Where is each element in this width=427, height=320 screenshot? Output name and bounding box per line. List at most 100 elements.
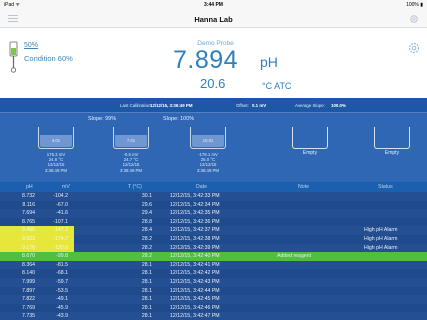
table-row[interactable]: 8.732 -104.2 30.1 12/12/15, 3:42:33 PM: [0, 192, 427, 201]
ph-unit: pH: [260, 54, 278, 70]
cell-date: 12/12/15, 3:42:40 PM: [170, 253, 220, 260]
cell-mv: -41.6: [56, 210, 68, 217]
cell-temperature: 30.1: [141, 193, 152, 199]
cell-note: [277, 304, 347, 313]
table-row[interactable]: 8.765 -107.1 28.8 12/12/15, 3:42:36 PM: [0, 217, 427, 227]
cell-mv: -147.3: [38, 226, 74, 235]
table-row[interactable]: 7.999 -59.7 28.1 12/12/15, 3:42:43 PM: [0, 278, 427, 287]
cell-note: [277, 312, 347, 320]
cell-status: [364, 252, 424, 261]
cell-status: [364, 295, 424, 304]
cell-status: [364, 287, 424, 296]
cell-mv: -99.8: [56, 253, 68, 260]
cell-temperature: 28.2: [141, 236, 152, 242]
cell-note: [277, 269, 347, 278]
cell-temperature: 28.1: [141, 296, 152, 303]
table-row[interactable]: 7.897 -53.5 28.1 12/12/15, 3:42:44 PM: [0, 286, 427, 296]
cell-ph: 9.170: [0, 243, 38, 253]
table-row[interactable]: 8.140 -68.1 28.1 12/12/15, 3:42:42 PM: [0, 269, 427, 278]
cell-temperature: 28.2: [141, 253, 152, 260]
cell-date: 12/12/15, 3:42:37 PM: [170, 227, 220, 234]
column-header-ph[interactable]: pH: [26, 184, 33, 190]
column-header-status[interactable]: Status: [378, 184, 393, 190]
cell-status: [364, 209, 424, 218]
cell-note: [277, 201, 347, 210]
empty-label-1: Empty: [302, 150, 318, 156]
table-row[interactable]: 9.170 -130.0 28.2 12/12/15, 3:42:39 PM High …: [0, 243, 427, 253]
cell-date: 12/12/15, 3:42:39 PM: [170, 244, 220, 251]
clock: 3:44 PM: [204, 2, 223, 8]
cell-mv: -43.9: [56, 313, 68, 320]
table-row[interactable]: 7.822 -49.1 28.1 12/12/15, 3:42:45 PM: [0, 295, 427, 304]
table-row[interactable]: 7.769 -45.9 28.1 12/12/15, 3:42:46 PM: [0, 303, 427, 313]
reading-panel: 50% Condition 60% Demo Probe 7.894 pH 20…: [0, 28, 427, 98]
buffer-beaker-3[interactable]: 10.01: [190, 127, 226, 149]
settings-icon[interactable]: [408, 42, 420, 54]
cell-ph: 8.765: [22, 218, 35, 225]
cell-date: 12/12/15, 3:42:45 PM: [170, 296, 220, 303]
cell-note: [277, 209, 347, 218]
buffer-beaker-2[interactable]: 7.01: [113, 127, 149, 149]
average-slope-label: Average Slope:: [295, 103, 325, 108]
buffer-beaker-1[interactable]: 4.01: [38, 127, 74, 149]
cell-temperature: 28.8: [141, 218, 152, 225]
cell-mv: -81.5: [56, 261, 68, 268]
cell-ph: 8.732: [22, 193, 35, 199]
column-header-mv[interactable]: mV: [62, 184, 70, 190]
cell-note: [277, 261, 347, 270]
table-row[interactable]: 7.694 -41.6 29.4 12/12/15, 3:42:35 PM: [0, 209, 427, 218]
table-row[interactable]: 7.735 -43.9 28.1 12/12/15, 3:42:47 PM: [0, 312, 427, 320]
cell-date: 12/12/15, 3:42:34 PM: [170, 201, 220, 208]
last-calibration-label: Last Calibration:: [120, 103, 152, 108]
cell-date: 12/12/15, 3:42:35 PM: [170, 210, 220, 217]
last-calibration-value: 12/12/15, 3:36:49 PM: [150, 103, 193, 108]
cell-status: [364, 312, 424, 320]
cell-status: [364, 261, 424, 270]
column-header-note[interactable]: Note: [298, 184, 309, 190]
cell-temperature: 28.2: [141, 244, 152, 251]
cell-ph: 9.923: [0, 235, 38, 244]
cell-status: [364, 201, 424, 210]
probe-condition: Condition 60%: [24, 54, 73, 63]
cell-mv: -130.0: [38, 243, 74, 253]
table-row[interactable]: 9.923 -174.7 28.2 12/12/15, 3:42:38 PM High …: [0, 235, 427, 244]
cell-mv: -68.1: [56, 270, 68, 277]
cell-note: [277, 226, 347, 235]
cell-temperature: 28.1: [141, 304, 152, 311]
log-table-header: pH mV T (°C) Date Note Status: [0, 182, 427, 192]
gear-icon[interactable]: [409, 14, 419, 24]
empty-label-2: Empty: [384, 150, 400, 156]
average-slope-value: 100.0%: [331, 103, 346, 108]
cell-ph: 8.364: [22, 261, 35, 268]
table-row[interactable]: 8.670 -99.8 28.2 12/12/15, 3:42:40 PM Added …: [0, 252, 427, 261]
column-header-temperature[interactable]: T (°C): [128, 184, 142, 190]
table-row[interactable]: 9.465 -147.3 28.4 12/12/15, 3:42:37 PM High …: [0, 226, 427, 235]
table-row[interactable]: 8.116 -67.0 29.6 12/12/15, 3:42:34 PM: [0, 200, 427, 210]
calibration-info-bar: Last Calibration: 12/12/15, 3:36:49 PM O…: [0, 98, 427, 112]
cell-mv: -49.1: [56, 296, 68, 303]
cell-ph: 7.694: [22, 210, 35, 217]
cell-date: 12/12/15, 3:42:36 PM: [170, 218, 220, 225]
cell-temperature: 28.1: [141, 261, 152, 268]
cell-temperature: 28.1: [141, 270, 152, 277]
cell-status: [364, 269, 424, 278]
empty-beaker-1[interactable]: [292, 127, 328, 149]
cell-date: 12/12/15, 3:42:33 PM: [170, 193, 220, 199]
buffer-info-1: 176.3 mV 24.6 °C 12/12/15 3:36:49 PM: [45, 152, 67, 173]
cell-ph: 8.116: [22, 201, 35, 208]
cell-mv: -67.0: [56, 201, 68, 208]
cell-ph: 7.769: [22, 304, 35, 311]
cell-ph: 9.465: [0, 226, 38, 235]
column-header-date[interactable]: Date: [196, 184, 207, 190]
cell-date: 12/12/15, 3:42:46 PM: [170, 304, 220, 311]
cell-ph: 7.897: [22, 287, 35, 294]
ph-reading: 7.894: [173, 46, 239, 74]
cell-ph: 7.735: [22, 313, 35, 320]
empty-beaker-2[interactable]: [374, 127, 410, 149]
cell-mv: -45.9: [56, 304, 68, 311]
table-row[interactable]: 8.364 -81.5 28.1 12/12/15, 3:42:41 PM: [0, 261, 427, 270]
buffer-info-3: -178.1 mV 25.0 °C 12/12/15 3:36:49 PM: [197, 152, 219, 173]
cell-note: [277, 218, 347, 227]
slope-label-2: Slope: 100%: [163, 116, 195, 122]
cell-ph: 7.822: [22, 296, 35, 303]
